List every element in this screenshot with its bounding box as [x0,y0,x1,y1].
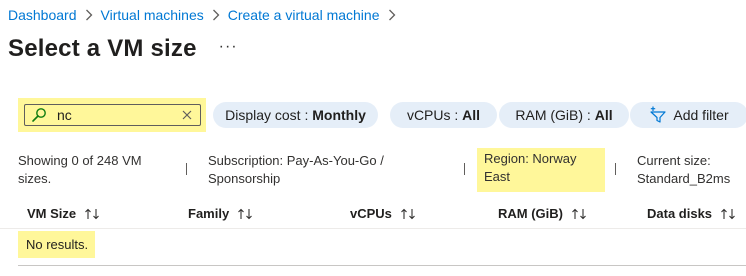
column-header-label: vCPUs [350,206,392,221]
column-header-label: Family [188,206,230,221]
sort-icon [720,208,738,220]
divider [615,163,616,175]
no-results-message: No results. [18,231,95,258]
results-count-text: Showing 0 of 248 VM sizes. [18,153,142,186]
breadcrumb-dashboard-link[interactable]: Dashboard [8,7,77,23]
sort-icon [571,208,589,220]
display-cost-value: Monthly [312,107,366,123]
page-header: Select a VM size ··· [8,34,238,64]
search-icon [31,107,47,123]
column-header-vm-size[interactable]: VM Size [27,206,102,221]
ram-filter-label: RAM (GiB) : [515,107,591,123]
display-cost-label: Display cost : [225,107,309,123]
display-cost-filter[interactable]: Display cost : Monthly [213,102,378,128]
add-filter-label: Add filter [673,107,729,123]
divider [464,163,465,175]
column-header-label: RAM (GiB) [498,206,563,221]
ram-filter-value: All [594,107,613,123]
column-header-vcpus[interactable]: vCPUs [350,206,418,221]
results-summary: Showing 0 of 248 VM sizes. Subscription:… [18,148,746,194]
page-title: Select a VM size [8,35,197,62]
add-filter-button[interactable]: Add filter [630,102,746,128]
vcpus-filter-label: vCPUs : [406,107,459,123]
chevron-right-icon [85,9,93,21]
current-size-text: Current size: Standard_B2ms [637,153,731,186]
column-header-data-disks[interactable]: Data disks [647,206,738,221]
vcpus-filter[interactable]: vCPUs : All [390,102,497,128]
filter-bar: Display cost : Monthly vCPUs : All RAM (… [18,98,746,132]
divider [18,265,746,266]
column-header-label: Data disks [647,206,713,221]
column-header-label: VM Size [27,206,77,221]
sort-icon [237,208,255,220]
divider [186,163,187,175]
chevron-right-icon [212,9,220,21]
subscription-text: Subscription: Pay-As-You-Go / Sponsorshi… [208,153,384,186]
sort-icon [400,208,418,220]
chevron-right-icon [388,9,396,21]
add-filter-icon [649,106,667,124]
column-header-family[interactable]: Family [188,206,255,221]
breadcrumb-virtual-machines-link[interactable]: Virtual machines [101,7,204,23]
close-icon[interactable] [182,110,192,120]
breadcrumb: Dashboard Virtual machines Create a virt… [8,5,404,25]
more-actions-button[interactable]: ··· [219,38,238,56]
search-highlight [18,98,206,132]
region-text: Region: Norway East [477,148,605,192]
column-header-ram[interactable]: RAM (GiB) [498,206,589,221]
table-header: VM Size Family vCPUs RAM (GiB) Data disk… [0,200,746,229]
search-input[interactable] [57,107,175,123]
search-box[interactable] [24,104,201,126]
sort-icon [84,208,102,220]
vcpus-filter-value: All [462,107,481,123]
breadcrumb-create-vm-link[interactable]: Create a virtual machine [228,7,380,23]
ram-filter[interactable]: RAM (GiB) : All [499,102,629,128]
